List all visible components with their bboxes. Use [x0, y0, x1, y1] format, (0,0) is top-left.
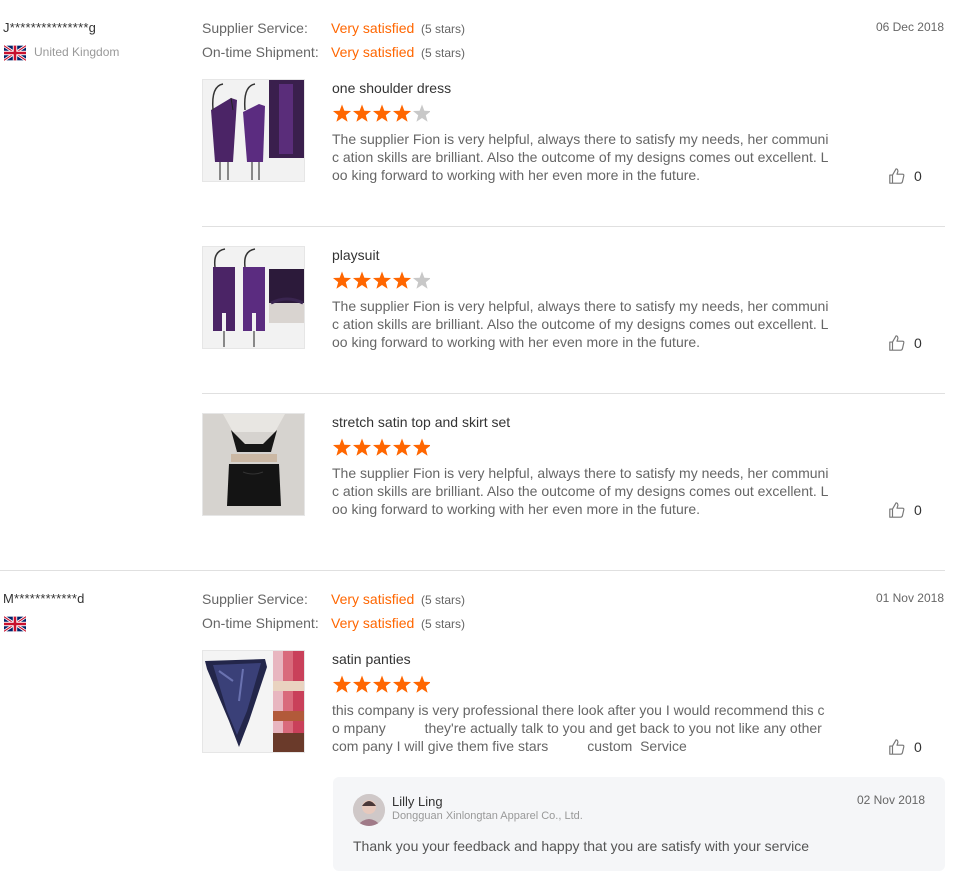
thumbs-up-icon — [889, 739, 905, 755]
supplier-service-label: Supplier Service: — [202, 20, 308, 36]
star-icon — [392, 104, 412, 122]
uk-flag-icon — [4, 616, 26, 632]
star-icon — [332, 438, 352, 456]
review-text: The supplier Fion is very helpful, alway… — [332, 465, 829, 517]
shipment-label: On-time Shipment: — [202, 44, 319, 60]
avatar — [353, 794, 385, 826]
product-thumbnail[interactable] — [202, 246, 305, 349]
item-title: stretch satin top and skirt set — [332, 414, 511, 430]
review-date: 01 Nov 2018 — [875, 591, 944, 605]
star-icon — [372, 104, 392, 122]
shipment-stars: (5 stars) — [421, 617, 466, 631]
like-count: 0 — [914, 168, 922, 184]
star-icon — [372, 675, 392, 693]
like-button[interactable]: 0 — [888, 167, 928, 187]
uk-flag-icon — [4, 45, 26, 61]
reviewer-country: United Kingdom — [34, 45, 120, 59]
star-icon — [392, 675, 412, 693]
item-title: one shoulder dress — [332, 80, 452, 96]
supplier-service-stars: (5 stars) — [421, 22, 466, 36]
shipment-stars: (5 stars) — [421, 46, 466, 60]
shipment-value: Very satisfied — [331, 615, 415, 631]
star-icon — [412, 438, 430, 456]
reply-company: Dongguan Xinlongtan Apparel Co., Ltd. — [392, 810, 583, 822]
thumbs-up-icon — [889, 502, 905, 518]
item-title: playsuit — [332, 247, 380, 263]
review-item: playsuit The supplier Fion is very helpf… — [202, 246, 945, 351]
star-icon — [332, 271, 352, 289]
supplier-service-value: Very satisfied — [331, 591, 415, 607]
review-item: one shoulder dress The supplier Fion is … — [202, 79, 945, 184]
product-thumbnail[interactable] — [202, 79, 305, 182]
like-count: 0 — [914, 739, 922, 755]
shipment-label: On-time Shipment: — [202, 615, 319, 631]
star-rating — [332, 675, 430, 693]
review-item: satin panties this company is very profe… — [202, 650, 945, 755]
reply-date: 02 Nov 2018 — [856, 793, 925, 807]
product-thumbnail[interactable] — [202, 413, 305, 516]
star-icon — [332, 675, 352, 693]
star-rating — [332, 104, 430, 122]
star-icon — [352, 675, 372, 693]
review-text: The supplier Fion is very helpful, alway… — [332, 298, 829, 350]
star-icon — [412, 104, 430, 122]
shipment-value: Very satisfied — [331, 44, 415, 60]
star-rating — [332, 271, 430, 289]
review-text: The supplier Fion is very helpful, alway… — [332, 131, 829, 183]
star-icon — [392, 438, 412, 456]
like-button[interactable]: 0 — [888, 334, 928, 354]
supplier-service-stars: (5 stars) — [421, 593, 466, 607]
supplier-service-value: Very satisfied — [331, 20, 415, 36]
star-icon — [412, 675, 430, 693]
like-count: 0 — [914, 335, 922, 351]
supplier-reply: Lilly Ling Dongguan Xinlongtan Apparel C… — [333, 777, 945, 871]
item-divider — [202, 393, 945, 394]
review-text: this company is very professional there … — [332, 702, 826, 754]
review-date: 06 Dec 2018 — [875, 20, 944, 34]
like-button[interactable]: 0 — [888, 501, 928, 521]
reviewer-name: M************d — [3, 591, 85, 606]
like-button[interactable]: 0 — [888, 738, 928, 758]
star-icon — [352, 104, 372, 122]
star-icon — [352, 271, 372, 289]
thumbs-up-icon — [889, 335, 905, 351]
thumbs-up-icon — [889, 168, 905, 184]
star-icon — [372, 438, 392, 456]
star-icon — [412, 271, 430, 289]
star-icon — [332, 104, 352, 122]
review-divider — [0, 570, 945, 571]
reply-author: Lilly Ling — [392, 794, 443, 809]
item-title: satin panties — [332, 651, 411, 667]
star-icon — [392, 271, 412, 289]
item-divider — [202, 226, 945, 227]
star-icon — [352, 438, 372, 456]
review-item: stretch satin top and skirt set The supp… — [202, 413, 945, 518]
star-rating — [332, 438, 430, 456]
supplier-service-label: Supplier Service: — [202, 591, 308, 607]
product-thumbnail[interactable] — [202, 650, 305, 753]
reviewer-name: J***************g — [3, 20, 97, 35]
like-count: 0 — [914, 502, 922, 518]
reply-text: Thank you your feedback and happy that y… — [353, 838, 810, 854]
star-icon — [372, 271, 392, 289]
